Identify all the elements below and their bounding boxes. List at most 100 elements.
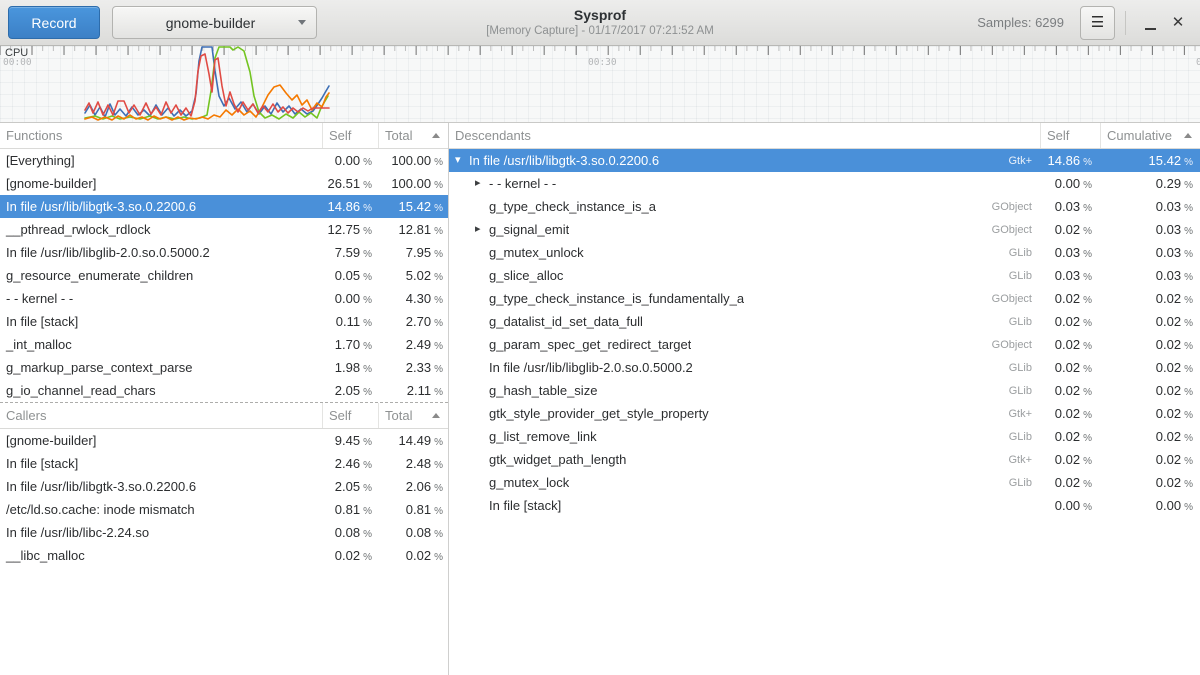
self-percent: 2.05%: [322, 383, 378, 398]
expander-collapsed-icon[interactable]: ▸: [475, 178, 489, 189]
callers-table-row[interactable]: __libc_malloc0.02%0.02%: [0, 544, 448, 567]
percent-sign: %: [1184, 203, 1193, 214]
sysprof-window: Record gnome-builder Sysprof [Memory Cap…: [0, 0, 1200, 675]
titlebox: Sysprof [Memory Capture] - 01/17/2017 07…: [486, 7, 714, 37]
percent-sign: %: [434, 318, 443, 329]
descendants-table-row[interactable]: g_hash_table_sizeGLib0.02%0.02%: [449, 379, 1200, 402]
self-percent: 2.46%: [322, 456, 378, 471]
chevron-down-icon: [298, 20, 306, 25]
callers-table-row[interactable]: /etc/ld.so.cache: inode mismatch0.81%0.8…: [0, 498, 448, 521]
functions-table-row[interactable]: - - kernel - -0.00%4.30%: [0, 287, 448, 310]
cumulative-percent-value: 0.02: [1156, 360, 1181, 375]
descendants-table-row[interactable]: g_mutex_unlockGLib0.03%0.03%: [449, 241, 1200, 264]
functions-table-row[interactable]: [Everything]0.00%100.00%: [0, 149, 448, 172]
callers-table-row[interactable]: In file /usr/lib/libgtk-3.so.0.2200.62.0…: [0, 475, 448, 498]
function-name: In file /usr/lib/libc-2.24.so: [0, 525, 322, 540]
library-tag: GLib: [1009, 270, 1040, 282]
descendants-table-row[interactable]: g_param_spec_get_redirect_targetGObject0…: [449, 333, 1200, 356]
cumulative-percent: 0.02%: [1100, 406, 1200, 421]
functions-table-row[interactable]: In file [stack]0.11%2.70%: [0, 310, 448, 333]
close-button[interactable]: ✕: [1164, 6, 1192, 40]
self-percent: 0.00%: [1040, 498, 1100, 513]
functions-table-row[interactable]: In file /usr/lib/libglib-2.0.so.0.5000.2…: [0, 241, 448, 264]
functions-table-row[interactable]: In file /usr/lib/libgtk-3.so.0.2200.6 14.…: [0, 195, 448, 218]
descendants-table-row[interactable]: ▾In file /usr/lib/libgtk-3.so.0.2200.6Gt…: [449, 149, 1200, 172]
total-percent: 0.81%: [378, 502, 448, 517]
descendants-table-row[interactable]: gtk_widget_path_lengthGtk+0.02%0.02%: [449, 448, 1200, 471]
descendants-table-row[interactable]: gtk_style_provider_get_style_propertyGtk…: [449, 402, 1200, 425]
descendants-table-row[interactable]: g_type_check_instance_is_aGObject0.03%0.…: [449, 195, 1200, 218]
record-button[interactable]: Record: [8, 6, 100, 39]
descendants-table-row[interactable]: g_mutex_lockGLib0.02%0.02%: [449, 471, 1200, 494]
self-percent-value: 0.02: [1055, 406, 1080, 421]
callers-table-row[interactable]: [gnome-builder]9.45%14.49%: [0, 429, 448, 452]
function-name: In file /usr/lib/libglib-2.0.so.0.5000.2: [0, 245, 322, 260]
descendants-column-header[interactable]: Descendants: [449, 123, 1040, 148]
function-name: In file [stack]: [0, 456, 322, 471]
percent-sign: %: [1184, 180, 1193, 191]
percent-sign: %: [1184, 364, 1193, 375]
functions-table-row[interactable]: g_resource_enumerate_children0.05%5.02%: [0, 264, 448, 287]
minimize-button[interactable]: [1136, 6, 1164, 40]
process-select-dropdown[interactable]: gnome-builder: [112, 6, 317, 39]
total-percent-value: 7.95: [406, 245, 431, 260]
percent-sign: %: [363, 506, 372, 517]
total-percent-value: 2.49: [406, 337, 431, 352]
descendants-self-column-header[interactable]: Self: [1040, 123, 1100, 148]
callers-table-row[interactable]: In file [stack]2.46%2.48%: [0, 452, 448, 475]
callers-rows: [gnome-builder]9.45%14.49%In file [stack…: [0, 429, 448, 567]
self-percent: 2.05%: [322, 479, 378, 494]
functions-table-row[interactable]: g_markup_parse_context_parse1.98%2.33%: [0, 356, 448, 379]
functions-header: Functions Self Total: [0, 123, 448, 149]
percent-sign: %: [1184, 433, 1193, 444]
cpu-timeline-graph[interactable]: CPU 00:00 00:30 01:00: [0, 46, 1200, 123]
total-percent: 2.11%: [378, 383, 448, 398]
percent-sign: %: [1184, 295, 1193, 306]
functions-table-row[interactable]: [gnome-builder]26.51%100.00%: [0, 172, 448, 195]
callers-column-header[interactable]: Callers: [0, 403, 322, 428]
functions-table-row[interactable]: _int_malloc1.70% 2.49%: [0, 333, 448, 356]
percent-sign: %: [1184, 387, 1193, 398]
self-percent: 0.08%: [322, 525, 378, 540]
descendants-table-row[interactable]: In file /usr/lib/libglib-2.0.so.0.5000.2…: [449, 356, 1200, 379]
functions-table-row[interactable]: g_io_channel_read_chars2.05%2.11%: [0, 379, 448, 402]
callers-table-row[interactable]: In file /usr/lib/libc-2.24.so0.08%0.08%: [0, 521, 448, 544]
total-percent: 2.70%: [378, 314, 448, 329]
descendants-cumulative-column-header[interactable]: Cumulative: [1100, 123, 1200, 148]
descendants-table-row[interactable]: g_slice_allocGLib0.03%0.03%: [449, 264, 1200, 287]
percent-sign: %: [1083, 433, 1092, 444]
self-percent: 7.59%: [322, 245, 378, 260]
function-name: In file [stack]: [489, 498, 561, 513]
descendants-table-row[interactable]: g_datalist_id_set_data_fullGLib0.02%0.02…: [449, 310, 1200, 333]
self-percent: 0.11%: [322, 314, 378, 329]
functions-self-column-header[interactable]: Self: [322, 123, 378, 148]
expander-expanded-icon[interactable]: ▾: [455, 155, 469, 166]
callers-self-column-header[interactable]: Self: [322, 403, 378, 428]
self-percent: 0.81%: [322, 502, 378, 517]
hamburger-menu-button[interactable]: ☰: [1080, 6, 1115, 40]
self-percent-value: 14.86: [328, 199, 361, 214]
self-percent: 1.70%: [322, 337, 378, 352]
functions-column-header[interactable]: Functions: [0, 123, 322, 148]
percent-sign: %: [434, 341, 443, 352]
function-name: g_io_channel_read_chars: [0, 383, 322, 398]
callers-total-column-header[interactable]: Total: [378, 403, 448, 428]
expander-collapsed-icon[interactable]: ▸: [475, 224, 489, 235]
descendant-name-cell: ▾In file /usr/lib/libgtk-3.so.0.2200.6Gt…: [449, 153, 1040, 168]
descendant-name-cell: ▸g_signal_emitGObject: [449, 222, 1040, 237]
descendants-table-row[interactable]: In file [stack]0.00%0.00%: [449, 494, 1200, 517]
functions-table-row[interactable]: __pthread_rwlock_rdlock12.75%12.81%: [0, 218, 448, 241]
descendants-table-row[interactable]: g_type_check_instance_is_fundamentally_a…: [449, 287, 1200, 310]
percent-sign: %: [1184, 410, 1193, 421]
cumulative-percent: 0.03%: [1100, 245, 1200, 260]
function-name: _int_malloc: [0, 337, 322, 352]
descendants-table-row[interactable]: ▸- - kernel - -0.00%0.29%: [449, 172, 1200, 195]
self-percent-value: 0.02: [1055, 452, 1080, 467]
function-name: In file /usr/lib/libgtk-3.so.0.2200.6: [0, 199, 322, 214]
functions-total-column-header[interactable]: Total: [378, 123, 448, 148]
descendants-table-row[interactable]: g_list_remove_linkGLib0.02%0.02%: [449, 425, 1200, 448]
library-tag: Gtk+: [1008, 155, 1040, 167]
cumulative-percent-value: 0.02: [1156, 429, 1181, 444]
self-percent: 0.02%: [1040, 222, 1100, 237]
descendants-table-row[interactable]: ▸g_signal_emitGObject0.02%0.03%: [449, 218, 1200, 241]
